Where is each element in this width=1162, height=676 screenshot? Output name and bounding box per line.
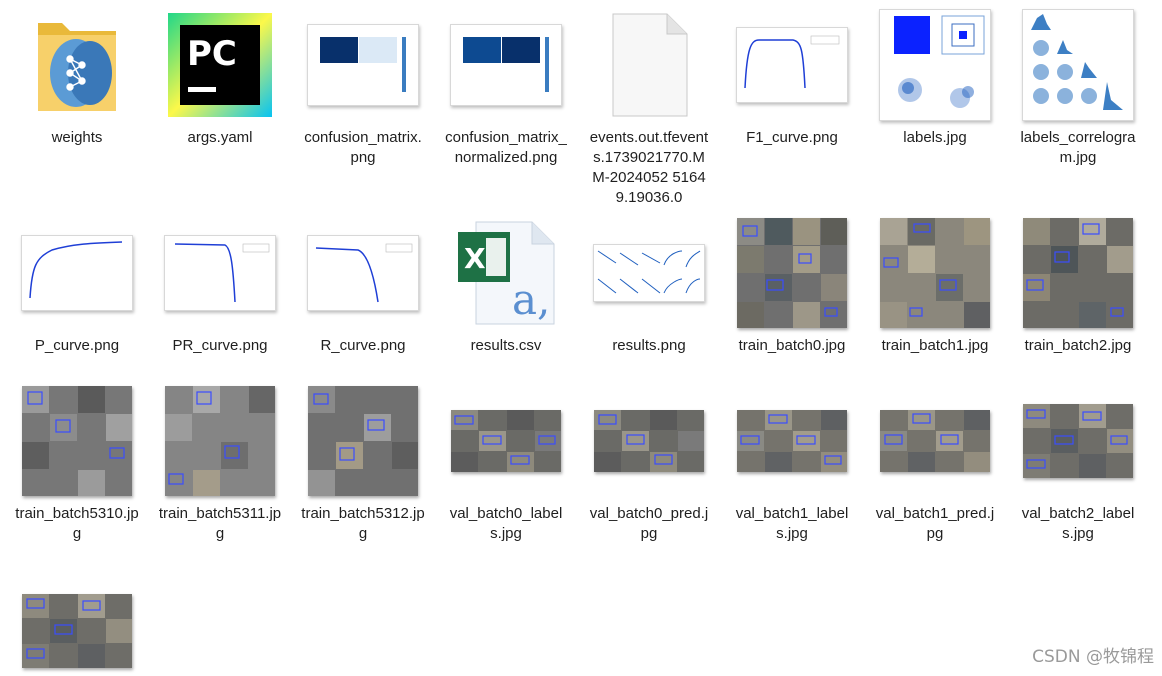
file-name: weights: [51, 129, 103, 146]
excel-csv-icon: X a,: [439, 218, 573, 328]
image-thumbnail: [439, 386, 573, 496]
image-thumbnail: [1011, 218, 1145, 328]
image-thumbnail: [296, 10, 430, 120]
file-item-val-batch0-labels[interactable]: val_batch0_labels.jpg: [439, 386, 573, 586]
file-name: R_curve.png: [320, 337, 406, 354]
svg-text:a,: a,: [512, 275, 550, 324]
file-item-f1-curve[interactable]: F1_curve.png: [725, 10, 859, 210]
svg-text:PC: PC: [187, 34, 237, 74]
file-item-confusion-matrix[interactable]: confusion_matrix.png: [296, 10, 430, 210]
image-thumbnail: [153, 386, 287, 496]
image-thumbnail: [725, 10, 859, 120]
file-item-train-batch5310[interactable]: train_batch5310.jpg: [10, 386, 144, 586]
image-thumbnail: [10, 586, 144, 672]
file-item-labels-correlogram[interactable]: labels_correlogram.jpg: [1011, 9, 1145, 210]
image-thumbnail: [1011, 386, 1145, 496]
file-name: events.out.tfevents.1739021770.MM-202405…: [589, 129, 709, 206]
image-thumbnail: [153, 218, 287, 328]
watermark: CSDN @牧锦程: [1032, 647, 1154, 667]
image-thumbnail: [725, 386, 859, 496]
image-thumbnail: [725, 218, 859, 328]
file-name: labels_correlogram.jpg: [1020, 129, 1136, 166]
svg-text:X: X: [464, 242, 486, 275]
file-name: val_batch2_labels.jpg: [1021, 505, 1135, 542]
file-name: F1_curve.png: [746, 129, 838, 146]
image-thumbnail: [868, 218, 1002, 328]
image-thumbnail: [582, 218, 716, 328]
pycharm-icon: PC: [153, 10, 287, 120]
file-name: val_batch0_labels.jpg: [449, 505, 563, 542]
file-name: results.png: [612, 337, 686, 354]
file-name: train_batch5311.jpg: [158, 505, 282, 542]
image-thumbnail: [296, 218, 430, 328]
folder-icon: [10, 10, 144, 120]
file-name: results.csv: [470, 337, 542, 354]
file-item-events-tfevents[interactable]: events.out.tfevents.1739021770.MM-202405…: [582, 10, 716, 210]
file-item-args-yaml[interactable]: PC args.yaml: [153, 10, 287, 210]
blank-file-icon: [582, 10, 716, 120]
image-thumbnail: [439, 10, 573, 120]
file-name: PR_curve.png: [172, 337, 268, 354]
file-item-val-batch1-pred[interactable]: val_batch1_pred.jpg: [868, 386, 1002, 586]
image-thumbnail: [10, 386, 144, 496]
image-thumbnail: [1011, 9, 1145, 121]
file-name: train_batch1.jpg: [881, 337, 989, 354]
image-thumbnail: [582, 386, 716, 496]
file-item-train-batch5311[interactable]: train_batch5311.jpg: [153, 386, 287, 586]
file-name: train_batch0.jpg: [738, 337, 846, 354]
file-item-val-batch1-labels[interactable]: val_batch1_labels.jpg: [725, 386, 859, 586]
image-thumbnail: [868, 9, 1002, 121]
file-item-val-batch2-pred[interactable]: [10, 586, 144, 676]
file-name: val_batch1_pred.jpg: [875, 505, 995, 542]
file-name: labels.jpg: [903, 129, 967, 146]
file-name: val_batch1_labels.jpg: [735, 505, 849, 542]
file-item-val-batch0-pred[interactable]: val_batch0_pred.jpg: [582, 386, 716, 586]
image-thumbnail: [10, 218, 144, 328]
file-item-weights[interactable]: weights: [10, 10, 144, 210]
image-thumbnail: [868, 386, 1002, 496]
file-item-labels[interactable]: labels.jpg: [868, 9, 1002, 210]
file-name: confusion_matrix.png: [304, 129, 422, 166]
file-name: val_batch0_pred.jpg: [589, 505, 709, 542]
file-name: P_curve.png: [34, 337, 120, 354]
image-thumbnail: [296, 386, 430, 496]
file-name: args.yaml: [187, 129, 253, 146]
file-name: train_batch5310.jpg: [15, 505, 139, 542]
file-item-confusion-matrix-normalized[interactable]: confusion_matrix_normalized.png: [439, 10, 573, 210]
file-item-val-batch2-labels[interactable]: val_batch2_labels.jpg: [1011, 386, 1145, 586]
file-name: train_batch5312.jpg: [301, 505, 425, 542]
file-name: confusion_matrix_normalized.png: [445, 129, 567, 166]
file-item-train-batch5312[interactable]: train_batch5312.jpg: [296, 386, 430, 586]
file-name: train_batch2.jpg: [1024, 337, 1132, 354]
